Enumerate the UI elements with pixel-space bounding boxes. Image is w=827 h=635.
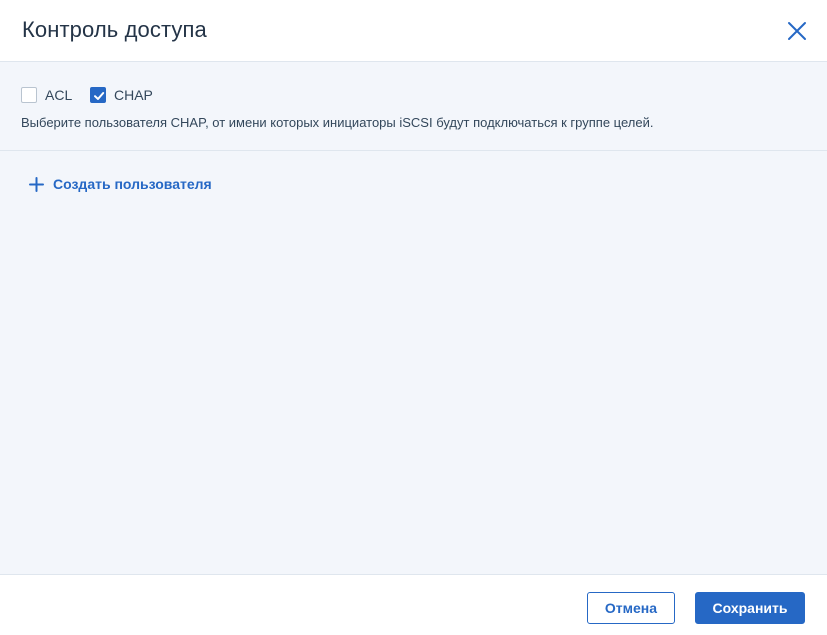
save-button[interactable]: Сохранить — [695, 592, 805, 624]
acl-checkbox-box[interactable] — [21, 87, 37, 103]
chap-hint-text: Выберите пользователя CHAP, от имени кот… — [21, 115, 654, 130]
dialog-header: Контроль доступа — [0, 0, 827, 62]
plus-icon — [29, 176, 44, 192]
dialog-title: Контроль доступа — [22, 17, 207, 42]
close-button[interactable] — [784, 18, 810, 44]
create-user-label: Создать пользователя — [53, 176, 212, 192]
acl-checkbox-label: ACL — [45, 87, 73, 103]
chap-checkbox[interactable]: CHAP — [90, 86, 153, 104]
chap-checkbox-label: CHAP — [114, 87, 153, 103]
access-control-dialog: Контроль доступа ACL CHAP Выберите польз… — [0, 0, 827, 635]
auth-options-panel: ACL CHAP Выберите пользователя CHAP, от … — [0, 62, 827, 151]
acl-checkbox[interactable]: ACL — [21, 86, 72, 104]
chap-checkbox-box[interactable] — [90, 87, 106, 103]
cancel-button[interactable]: Отмена — [587, 592, 675, 624]
check-icon — [94, 92, 105, 100]
close-icon — [788, 22, 806, 40]
dialog-footer: Отмена Сохранить — [0, 574, 827, 635]
create-user-link[interactable]: Создать пользователя — [29, 174, 212, 194]
dialog-body: Создать пользователя — [0, 151, 827, 574]
